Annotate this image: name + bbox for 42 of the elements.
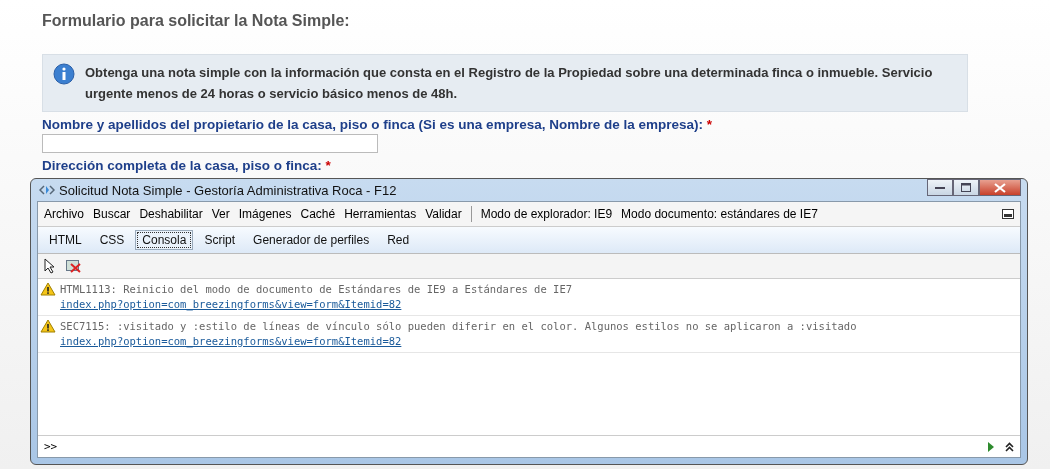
tab[interactable]: CSS bbox=[92, 230, 132, 250]
source-link[interactable]: index.php?option=com_breezingforms&view=form&Itemid=82 bbox=[60, 297, 573, 312]
mode-menu[interactable]: Modo documento: estándares de IE7 bbox=[621, 207, 818, 221]
dock-button[interactable] bbox=[1002, 209, 1014, 219]
field-label: Dirección completa de la casa, piso o finca: * bbox=[42, 158, 332, 173]
menu-item[interactable]: Validar bbox=[425, 207, 462, 221]
menu-item[interactable]: Archivo bbox=[44, 207, 84, 221]
tab[interactable]: Consola bbox=[135, 230, 194, 250]
console-message: HTML1113: Reinicio del modo de documento de Estándares de IE9 a Estándares de IE7 bbox=[60, 282, 573, 297]
warning-icon bbox=[40, 319, 56, 333]
maximize-icon bbox=[961, 183, 971, 192]
devtools-icon bbox=[39, 184, 55, 196]
console-message: SEC7115: :visitado y :estilo de líneas de vínculo sólo pueden diferir en el color. Algunos estilos no se aplicaron a :visitado bbox=[60, 319, 857, 334]
select-element-icon[interactable] bbox=[44, 258, 56, 274]
window-title: Solicitud Nota Simple - Gestoría Administrativa Roca - F12 bbox=[59, 182, 397, 198]
expand-icon[interactable] bbox=[1005, 441, 1014, 452]
menu-item[interactable]: Buscar bbox=[93, 207, 131, 221]
warning-icon bbox=[40, 282, 56, 296]
minimize-button[interactable] bbox=[927, 179, 953, 196]
mode-menu[interactable]: Modo de explorador: IE9 bbox=[480, 207, 613, 221]
console-prompt: >> bbox=[44, 440, 58, 453]
field-label: Nombre y apellidos del propietario de la casa, piso o finca (Si es una empresa, Nombre de la empresa): * bbox=[42, 117, 713, 132]
close-button[interactable] bbox=[979, 179, 1021, 196]
menu-item[interactable]: Caché bbox=[300, 207, 336, 221]
tab[interactable]: Script bbox=[197, 230, 243, 250]
clear-console-icon[interactable] bbox=[66, 259, 82, 273]
menu-item[interactable]: Imágenes bbox=[238, 207, 292, 221]
menu-item[interactable]: Ver bbox=[211, 207, 230, 221]
menu-item[interactable]: Deshabilitar bbox=[139, 207, 203, 221]
close-icon bbox=[994, 182, 1006, 193]
run-icon[interactable] bbox=[987, 440, 995, 453]
maximize-button[interactable] bbox=[953, 179, 979, 196]
info-text: Obtenga una nota simple con la información que consta en el Registro de la Propiedad sobre una determinada finca o inmueble. Servicio urgente menos de 24 horas o servicio básico menos de 48h. bbox=[85, 64, 934, 103]
tab[interactable]: Generador de perfiles bbox=[246, 230, 377, 250]
menu-item[interactable]: Herramientas bbox=[344, 207, 417, 221]
tab[interactable]: Red bbox=[380, 230, 417, 250]
page-heading: Formulario para solicitar la Nota Simple: bbox=[42, 12, 351, 30]
input-field[interactable] bbox=[42, 134, 378, 153]
info-icon bbox=[53, 63, 75, 85]
tab[interactable]: HTML bbox=[42, 230, 89, 250]
source-link[interactable]: index.php?option=com_breezingforms&view=form&Itemid=82 bbox=[60, 334, 857, 349]
dock-icon bbox=[1002, 209, 1014, 219]
